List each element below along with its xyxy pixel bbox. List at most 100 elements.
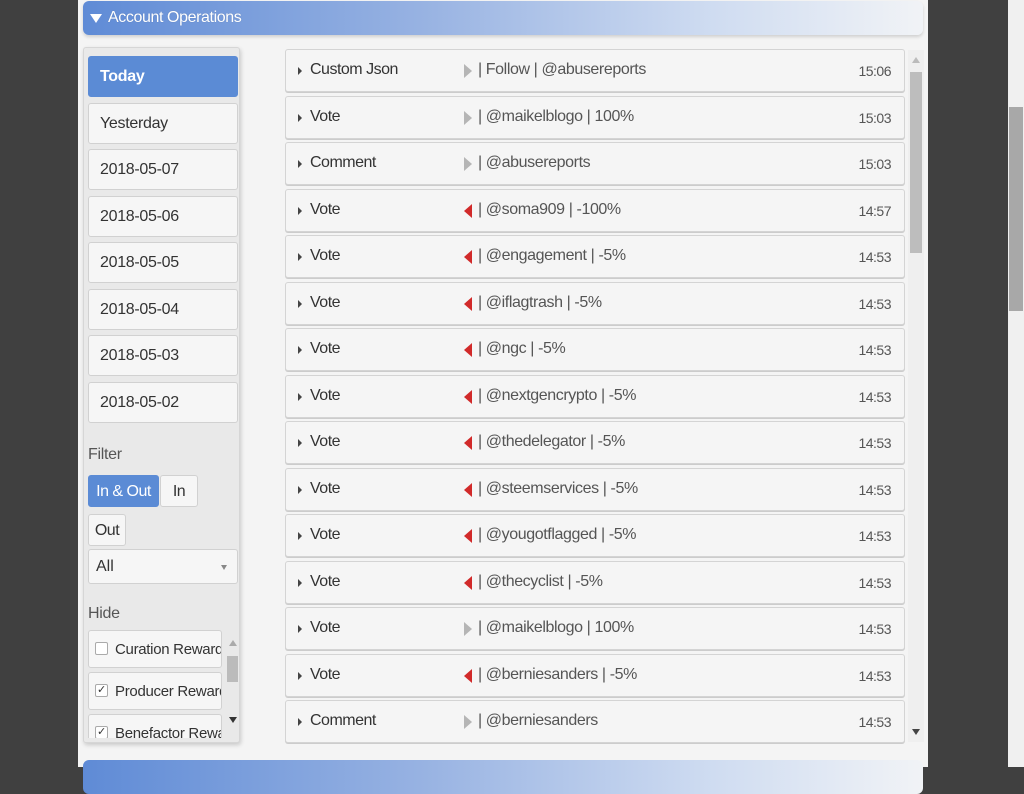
scroll-up-arrow-icon[interactable] xyxy=(912,57,920,63)
hide-benefactor-rewards[interactable]: ✓ Benefactor Rewards xyxy=(88,714,222,738)
incoming-arrow-icon xyxy=(464,436,472,450)
select-value: All xyxy=(96,558,114,575)
date-button[interactable]: 2018-05-02 xyxy=(88,382,238,423)
operation-row[interactable]: Comment | @abusereports 15:03 xyxy=(285,142,905,185)
operation-time: 14:53 xyxy=(858,668,891,684)
operation-row[interactable]: Vote | @engagement | -5% 14:53 xyxy=(285,235,905,278)
operation-type: Vote xyxy=(310,433,341,450)
scroll-down-arrow-icon[interactable] xyxy=(229,717,237,723)
chevron-down-icon xyxy=(221,565,227,570)
hide-producer-rewards[interactable]: ✓ Producer Rewards xyxy=(88,672,222,710)
outgoing-arrow-icon xyxy=(464,715,472,729)
operation-details: | @iflagtrash | -5% xyxy=(478,294,602,311)
scroll-up-arrow-icon[interactable] xyxy=(229,640,237,646)
operation-time: 14:53 xyxy=(858,249,891,265)
operation-type: Vote xyxy=(310,294,341,311)
operation-details: | @maikelblogo | 100% xyxy=(478,108,634,125)
date-button[interactable]: 2018-05-05 xyxy=(88,242,238,283)
hide-curation-rewards[interactable]: Curation Rewards xyxy=(88,630,222,668)
operation-details: | @abusereports xyxy=(478,154,591,171)
date-button[interactable]: 2018-05-06 xyxy=(88,196,238,237)
operation-row[interactable]: Vote | @thedelegator | -5% 14:53 xyxy=(285,421,905,464)
expand-caret-icon[interactable] xyxy=(298,532,302,540)
expand-caret-icon[interactable] xyxy=(298,160,302,168)
expand-caret-icon[interactable] xyxy=(298,114,302,122)
expand-caret-icon[interactable] xyxy=(298,672,302,680)
filter-in-out-button[interactable]: In & Out xyxy=(88,475,159,507)
operation-details: | @yougotflagged | -5% xyxy=(478,526,637,543)
operation-time: 15:03 xyxy=(858,110,891,126)
operation-details: | @steemservices | -5% xyxy=(478,480,638,497)
operation-time: 14:53 xyxy=(858,435,891,451)
operation-details: | @maikelblogo | 100% xyxy=(478,619,634,636)
next-panel-header[interactable] xyxy=(83,760,923,794)
filter-in-button[interactable]: In xyxy=(160,475,198,507)
expand-caret-icon[interactable] xyxy=(298,300,302,308)
expand-caret-icon[interactable] xyxy=(298,718,302,726)
expand-caret-icon[interactable] xyxy=(298,207,302,215)
collapse-triangle-icon[interactable] xyxy=(90,14,102,23)
operation-type: Vote xyxy=(310,526,341,543)
operation-type: Comment xyxy=(310,154,376,171)
expand-caret-icon[interactable] xyxy=(298,486,302,494)
scroll-down-arrow-icon[interactable] xyxy=(912,729,920,735)
checkbox[interactable]: ✓ xyxy=(95,726,108,738)
scrollbar-thumb[interactable] xyxy=(227,656,238,682)
operation-row[interactable]: Vote | @thecyclist | -5% 14:53 xyxy=(285,561,905,604)
date-button[interactable]: 2018-05-04 xyxy=(88,289,238,330)
date-button[interactable]: 2018-05-07 xyxy=(88,149,238,190)
operation-details: | @berniesanders xyxy=(478,712,598,729)
operation-type: Comment xyxy=(310,712,376,729)
outgoing-arrow-icon xyxy=(464,622,472,636)
page-scrollbar-thumb[interactable] xyxy=(1009,107,1023,311)
outgoing-arrow-icon xyxy=(464,157,472,171)
incoming-arrow-icon xyxy=(464,250,472,264)
expand-caret-icon[interactable] xyxy=(298,346,302,354)
operation-type: Vote xyxy=(310,340,341,357)
checkbox[interactable]: ✓ xyxy=(95,684,108,697)
filter-out-button[interactable]: Out xyxy=(88,514,126,546)
operations-list: Custom Json | Follow | @abusereports 15:06… xyxy=(284,49,906,745)
operation-type-select[interactable]: All xyxy=(88,549,238,584)
operation-type: Vote xyxy=(310,108,341,125)
date-button-yesterday[interactable]: Yesterday xyxy=(88,103,238,144)
expand-caret-icon[interactable] xyxy=(298,579,302,587)
operation-row[interactable]: Vote | @berniesanders | -5% 14:53 xyxy=(285,654,905,697)
operation-type: Vote xyxy=(310,247,341,264)
expand-caret-icon[interactable] xyxy=(298,393,302,401)
operation-row[interactable]: Vote | @maikelblogo | 100% 15:03 xyxy=(285,96,905,139)
scrollbar-thumb[interactable] xyxy=(910,72,922,253)
account-operations-header[interactable]: Account Operations xyxy=(83,1,923,35)
operations-scrollbar[interactable] xyxy=(908,50,924,742)
hide-item-label: Benefactor Rewards xyxy=(115,725,221,738)
page-container: Account Operations Today Yesterday 2018-… xyxy=(78,0,928,794)
operation-row[interactable]: Comment | @berniesanders 14:53 xyxy=(285,700,905,743)
date-button[interactable]: 2018-05-03 xyxy=(88,335,238,376)
operation-type: Vote xyxy=(310,666,341,683)
operation-row[interactable]: Vote | @ngc | -5% 14:53 xyxy=(285,328,905,371)
expand-caret-icon[interactable] xyxy=(298,439,302,447)
operation-details: | @berniesanders | -5% xyxy=(478,666,637,683)
operation-type: Vote xyxy=(310,573,341,590)
date-button-today[interactable]: Today xyxy=(88,56,238,97)
hide-list-scrollbar[interactable] xyxy=(226,630,238,738)
operation-time: 14:53 xyxy=(858,342,891,358)
operation-time: 15:06 xyxy=(858,63,891,79)
operation-row[interactable]: Vote | @steemservices | -5% 14:53 xyxy=(285,468,905,511)
incoming-arrow-icon xyxy=(464,297,472,311)
operation-details: | @thedelegator | -5% xyxy=(478,433,625,450)
expand-caret-icon[interactable] xyxy=(298,625,302,633)
operation-time: 14:53 xyxy=(858,575,891,591)
operation-row[interactable]: Vote | @iflagtrash | -5% 14:53 xyxy=(285,282,905,325)
expand-caret-icon[interactable] xyxy=(298,67,302,75)
operation-row[interactable]: Vote | @yougotflagged | -5% 14:53 xyxy=(285,514,905,557)
checkbox[interactable] xyxy=(95,642,108,655)
incoming-arrow-icon xyxy=(464,204,472,218)
operation-details: | @thecyclist | -5% xyxy=(478,573,603,590)
operation-row[interactable]: Vote | @maikelblogo | 100% 14:53 xyxy=(285,607,905,650)
operation-row[interactable]: Vote | @soma909 | -100% 14:57 xyxy=(285,189,905,232)
operation-row[interactable]: Custom Json | Follow | @abusereports 15:06 xyxy=(285,49,905,92)
expand-caret-icon[interactable] xyxy=(298,253,302,261)
page-scrollbar[interactable] xyxy=(1008,0,1024,767)
operation-row[interactable]: Vote | @nextgencrypto | -5% 14:53 xyxy=(285,375,905,418)
